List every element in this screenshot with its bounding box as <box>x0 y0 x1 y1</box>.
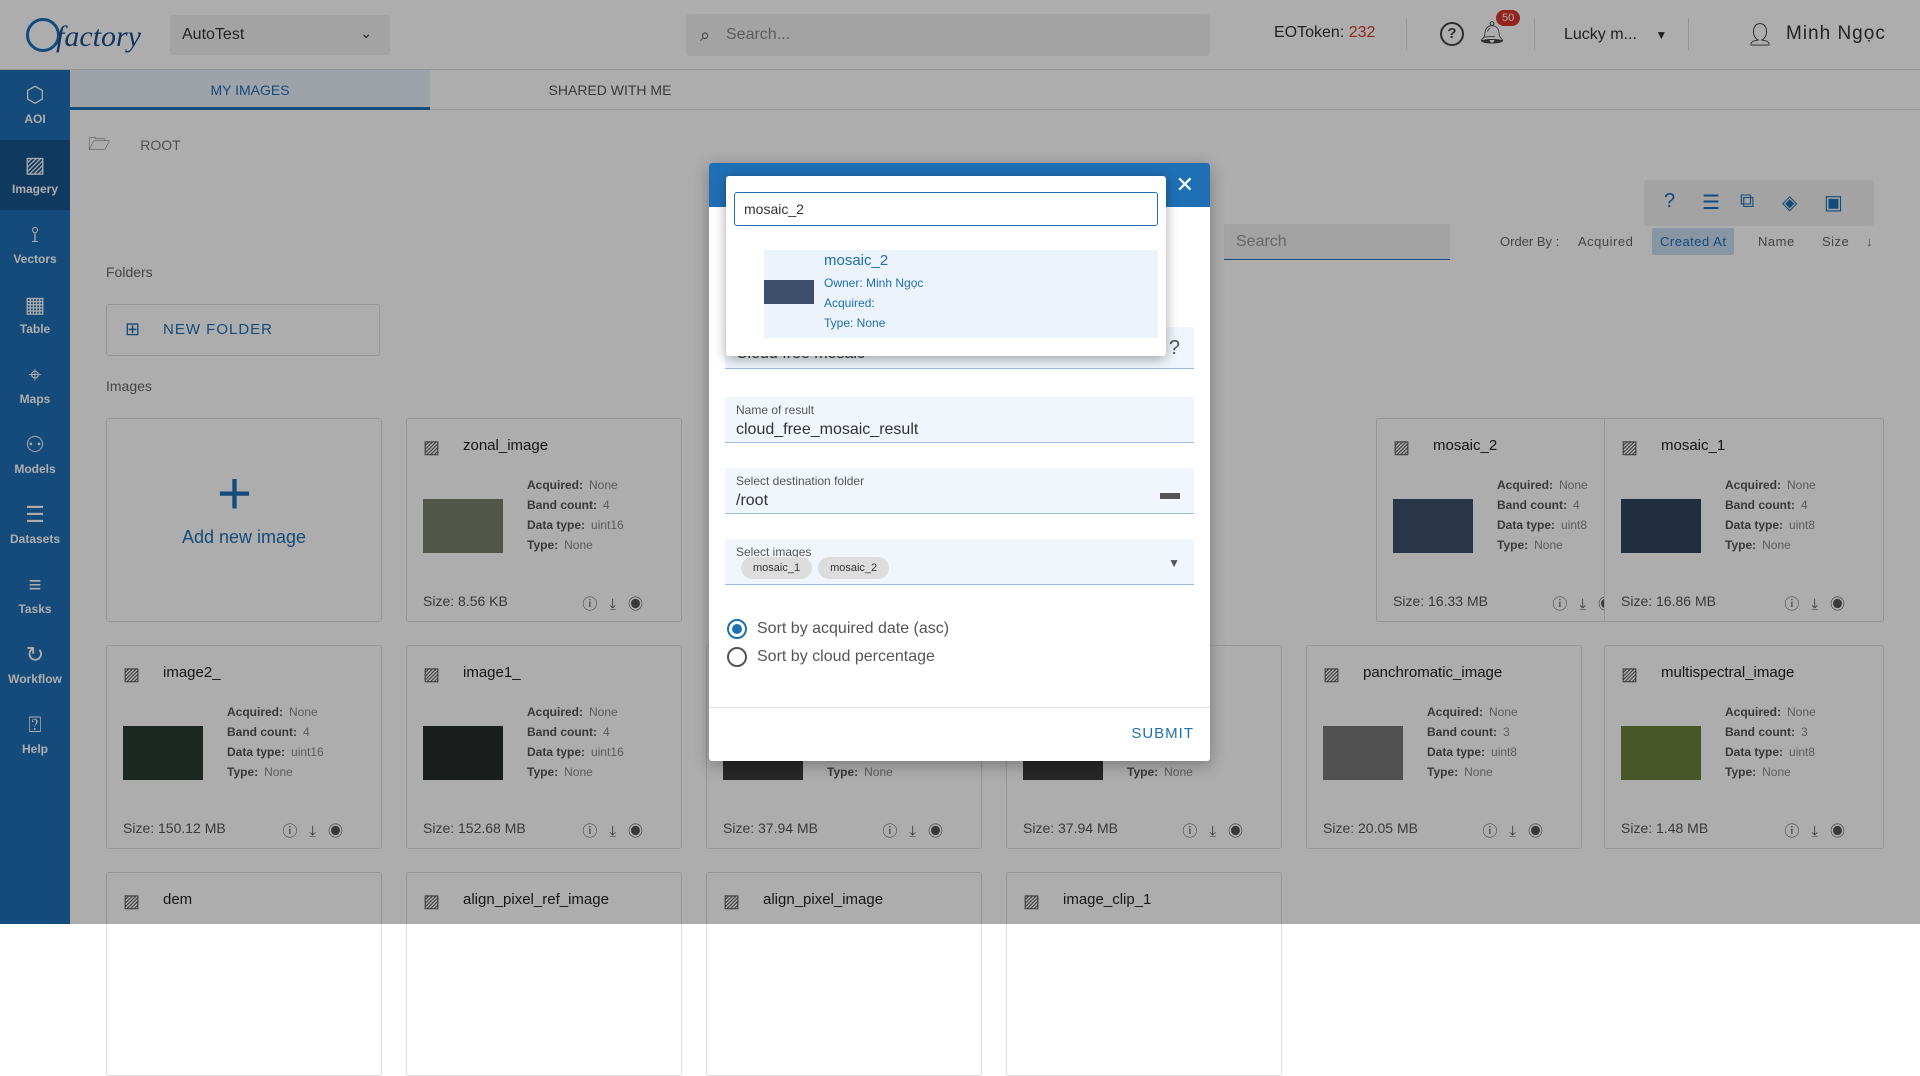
close-icon[interactable]: ✕ <box>1176 172 1194 198</box>
image-chip[interactable]: mosaic_1 <box>741 557 813 579</box>
radio-unchecked-icon <box>727 647 747 667</box>
result-name-value: cloud_free_mosaic_result <box>736 421 919 438</box>
selected-chips: mosaic_1 mosaic_2 <box>741 557 895 579</box>
destination-folder-field[interactable]: Select destination folder /root ▬ <box>725 468 1194 514</box>
select-images-field[interactable]: Select images mosaic_1 mosaic_2 ▼ <box>725 539 1194 585</box>
dropdown-option[interactable]: mosaic_2 Owner: Minh Ngọc Acquired: Type… <box>764 250 1158 338</box>
image-chip[interactable]: mosaic_2 <box>818 557 890 579</box>
submit-button[interactable]: SUBMIT <box>1131 725 1194 742</box>
option-type: Type: None <box>824 316 886 330</box>
sort-acquired-radio[interactable]: Sort by acquired date (asc) <box>727 619 949 639</box>
caret-down-icon[interactable]: ▼ <box>1168 556 1180 570</box>
option-title: mosaic_2 <box>824 252 889 269</box>
dropdown-search-input[interactable]: mosaic_2 <box>734 192 1158 226</box>
destination-folder-label: Select destination folder <box>736 474 865 488</box>
radio-checked-icon <box>727 619 747 639</box>
image-search-dropdown: mosaic_2 mosaic_2 Owner: Minh Ngọc Acqui… <box>726 176 1166 356</box>
option-acquired: Acquired: <box>824 296 875 310</box>
sort-acquired-label: Sort by acquired date (asc) <box>757 620 950 638</box>
sort-cloud-label: Sort by cloud percentage <box>757 648 935 666</box>
result-name-label: Name of result <box>736 403 815 417</box>
folder-icon[interactable]: ▬ <box>1160 482 1180 505</box>
result-name-field[interactable]: Name of result cloud_free_mosaic_result <box>725 397 1194 443</box>
option-thumbnail <box>764 280 814 304</box>
help-icon[interactable]: ? <box>1169 337 1180 360</box>
option-owner: Owner: Minh Ngọc <box>824 276 924 290</box>
destination-folder-value: /root <box>736 492 769 509</box>
sort-cloud-radio[interactable]: Sort by cloud percentage <box>727 647 935 667</box>
dialog-divider <box>709 707 1210 708</box>
